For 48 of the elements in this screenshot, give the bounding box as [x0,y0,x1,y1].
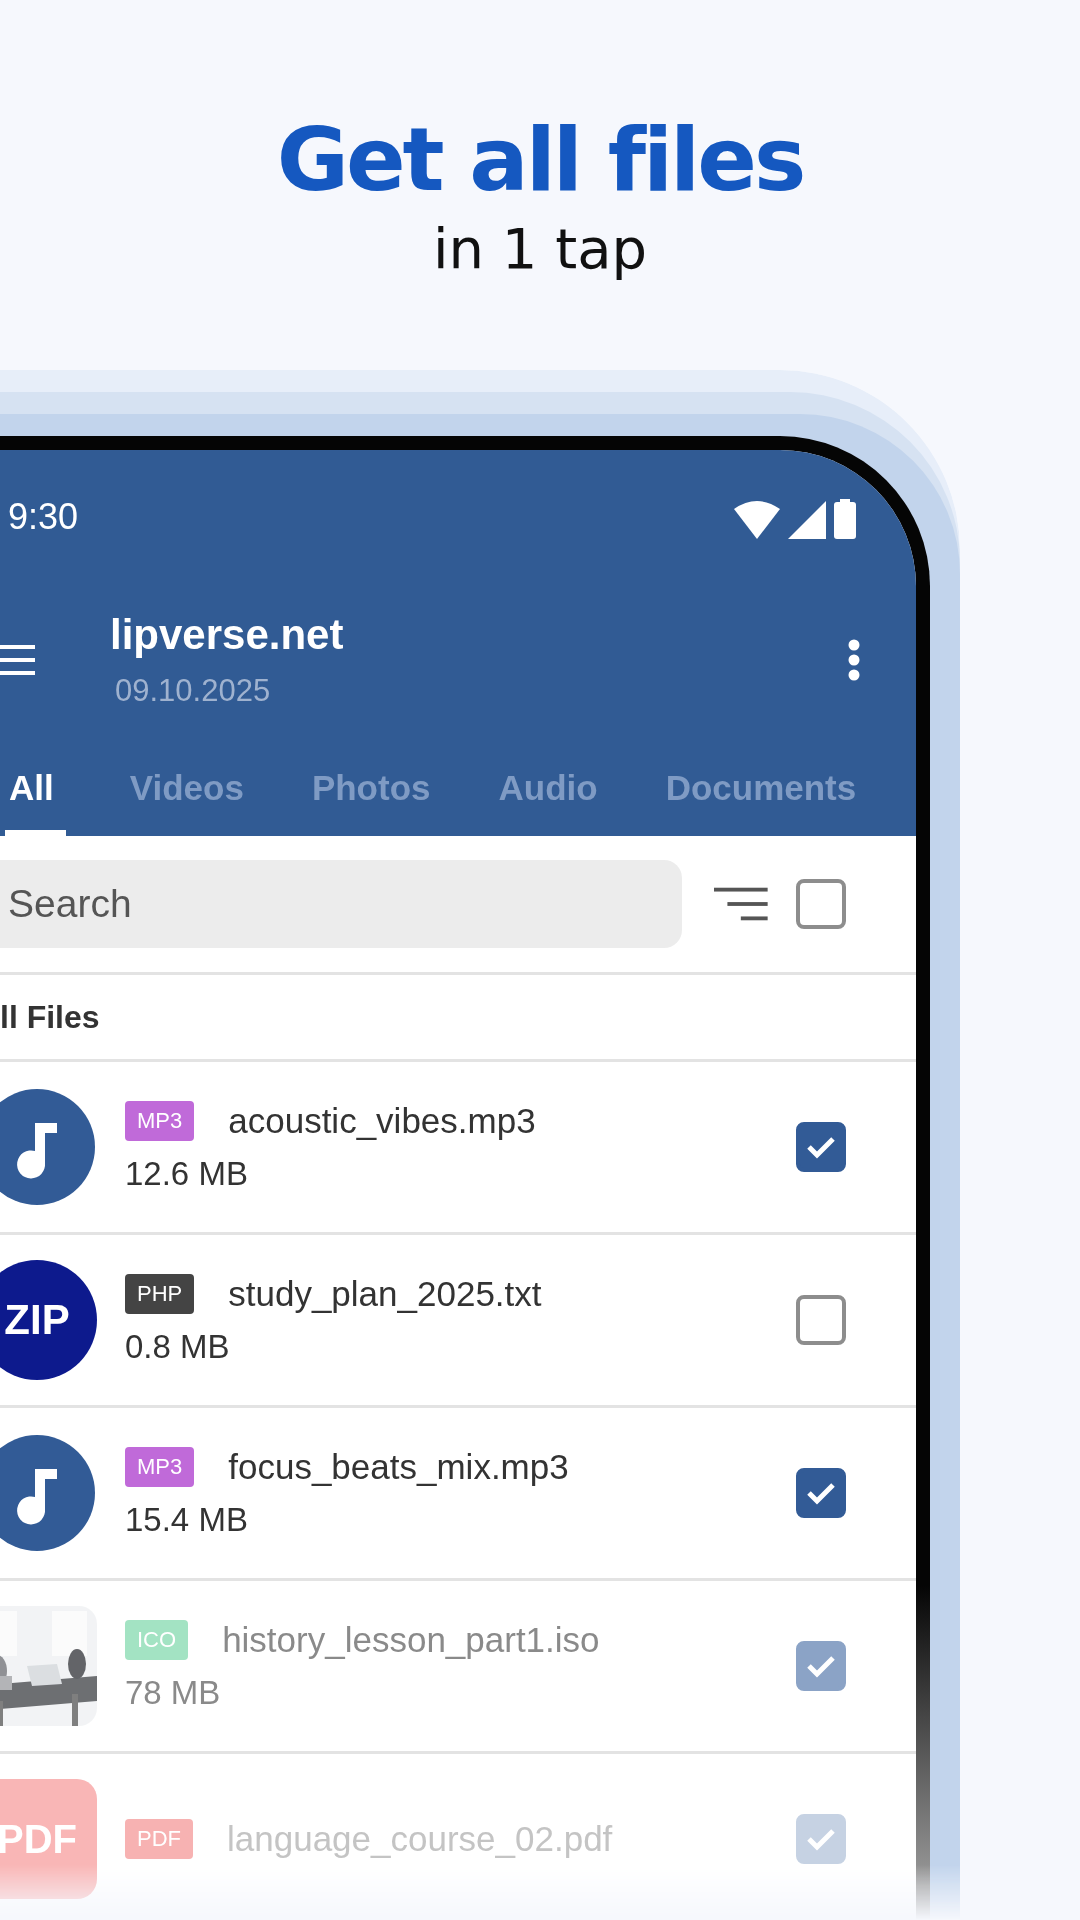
select-all-checkbox[interactable] [796,879,846,929]
file-type-tag: PDF [125,1819,193,1859]
file-type-tag: MP3 [125,1101,195,1141]
document-avatar: PDF [0,1779,97,1899]
check-icon [806,1481,836,1505]
wifi-icon [734,501,780,539]
file-type-tag: MP3 [125,1447,195,1487]
file-size: 12.6 MB [125,1155,249,1193]
tab[interactable]: Audio [494,740,602,836]
check-icon [806,1827,836,1851]
signal-icon [788,501,826,539]
tab[interactable]: Videos [125,740,248,836]
file-row[interactable]: PDF PDF language_course_02.pdf [0,1754,916,1920]
status-time: 9:30 [8,495,79,539]
file-size: 15.4 MB [125,1501,249,1539]
file-row[interactable]: MP3 focus_beats_mix.mp3 15.4 MB [0,1408,916,1581]
file-name: history_lesson_part1.iso [222,1620,600,1660]
headline: Get all files [276,107,804,213]
filter-icon[interactable] [714,887,768,921]
tab[interactable]: Photos [307,740,435,836]
file-row[interactable]: ICO history_lesson_part1.iso 78 MB [0,1581,916,1754]
app-date: 09.10.2025 [115,672,272,710]
file-name: acoustic_vibes.mp3 [228,1101,536,1141]
file-size: 0.8 MB [125,1328,231,1366]
checkbox[interactable] [796,1641,846,1691]
more-icon[interactable] [847,639,861,681]
file-type-tag: PHP [125,1274,195,1314]
file-row[interactable]: ZIP PHP study_plan_2025.txt 0.8 MB [0,1235,916,1408]
tab[interactable]: All [5,740,66,836]
subheadline: in 1 tap [432,215,648,283]
file-name: study_plan_2025.txt [228,1274,542,1314]
check-icon [806,1654,836,1678]
checkbox[interactable] [796,1295,846,1345]
app-title: lipverse.net [110,610,345,660]
file-size: 78 MB [125,1674,222,1712]
file-row[interactable]: MP3 acoustic_vibes.mp3 12.6 MB [0,1062,916,1235]
tab[interactable]: Documents [661,740,861,836]
file-type-tag: ICO [125,1620,189,1660]
menu-icon[interactable] [0,645,35,675]
file-name: focus_beats_mix.mp3 [228,1447,569,1487]
file-name: language_course_02.pdf [227,1819,613,1859]
checkbox[interactable] [796,1122,846,1172]
search-field[interactable]: Search [0,860,683,948]
archive-avatar: ZIP [0,1260,97,1380]
section-title: ll Files [0,998,100,1036]
check-icon [806,1135,836,1159]
battery-icon [834,499,856,539]
checkbox[interactable] [796,1468,846,1518]
